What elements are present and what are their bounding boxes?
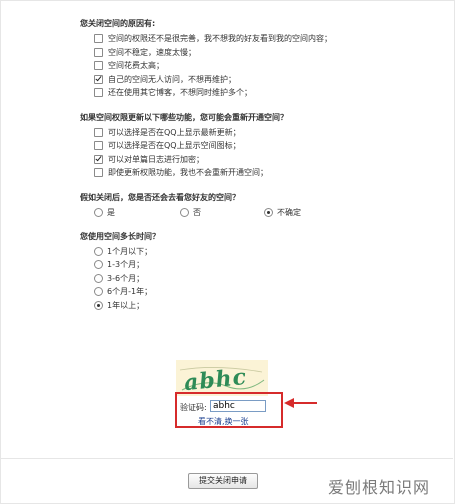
radio[interactable] — [94, 207, 103, 217]
radio-option-no[interactable]: 否 — [180, 207, 264, 218]
captcha-refresh-link[interactable]: 看不清,换一张 — [198, 416, 249, 427]
option-label: 空间花费太高； — [108, 61, 164, 70]
radio[interactable] — [94, 287, 103, 297]
radio[interactable] — [94, 273, 103, 283]
radio-group-inline: 是 否 不确定 — [80, 206, 380, 219]
option-label: 可以选择是否在QQ上显示空间图标； — [108, 141, 241, 150]
radio-option-yes[interactable]: 是 — [94, 207, 180, 218]
option-label: 1年以上； — [107, 300, 145, 310]
radio-checked[interactable] — [94, 300, 103, 310]
checkbox-checked[interactable] — [94, 74, 103, 84]
question-reopen-features: 如果空间权限更新以下哪些功能，您可能会重新开通空间？ 可以选择是否在QQ上显示最… — [80, 112, 380, 180]
checkbox-option[interactable]: 空间的权限还不是很完善，我不想我的好友看到我的空间内容； — [80, 32, 380, 46]
checkbox-option[interactable]: 即使更新权限功能，我也不会重新开通空间； — [80, 166, 380, 180]
question-title: 您使用空间多长时间？ — [80, 231, 160, 241]
radio-option[interactable]: 3-6个月； — [80, 272, 380, 286]
checkbox-checked[interactable] — [94, 154, 103, 164]
radio[interactable] — [94, 260, 103, 270]
checkbox[interactable] — [94, 47, 103, 57]
checkbox-option[interactable]: 可以选择是否在QQ上显示空间图标； — [80, 139, 380, 153]
question-title: 假如关闭后，您是否还会去看您好友的空间？ — [80, 192, 240, 202]
checkbox-option[interactable]: 空间花费太高； — [80, 59, 380, 73]
checkbox-option[interactable]: 空间不稳定，速度太慢； — [80, 46, 380, 60]
question-title: 如果空间权限更新以下哪些功能，您可能会重新开通空间？ — [80, 112, 288, 122]
radio-option[interactable]: 1-3个月； — [80, 258, 380, 272]
question-close-reasons: 您关闭空间的原因有: 空间的权限还不是很完善，我不想我的好友看到我的空间内容； … — [80, 18, 380, 100]
checkbox[interactable] — [94, 141, 103, 151]
option-label: 1-3个月； — [107, 260, 145, 269]
option-label: 空间不稳定，速度太慢； — [108, 47, 196, 57]
radio[interactable] — [94, 246, 103, 256]
radio-option[interactable]: 1个月以下； — [80, 245, 380, 259]
arrow-left-icon — [284, 398, 317, 408]
option-label: 3-6个月； — [107, 273, 145, 283]
radio[interactable] — [180, 207, 189, 217]
checkbox[interactable] — [94, 88, 103, 98]
option-label: 1个月以下； — [107, 246, 153, 256]
submit-close-request-button[interactable]: 提交关闭申请 — [188, 473, 258, 489]
checkbox-option[interactable]: 可以对单篇日志进行加密； — [80, 153, 380, 167]
checkbox[interactable] — [94, 34, 103, 44]
option-label: 可以对单篇日志进行加密； — [108, 154, 204, 164]
option-label: 可以选择是否在QQ上显示最新更新； — [108, 127, 241, 137]
checkbox[interactable] — [94, 168, 103, 178]
captcha-input[interactable] — [210, 400, 266, 412]
option-label: 自己的空间无人访问，不想再维护； — [108, 74, 236, 84]
checkbox[interactable] — [94, 127, 103, 137]
watermark: 爱刨根知识网 — [328, 472, 430, 500]
checkbox[interactable] — [94, 61, 103, 71]
checkbox-option[interactable]: 还在使用其它博客，不想同时维护多个； — [80, 86, 380, 100]
radio-option[interactable]: 6个月-1年； — [80, 285, 380, 299]
option-label: 否 — [193, 207, 201, 217]
option-label: 不确定 — [277, 207, 301, 217]
question-title: 您关闭空间的原因有: — [80, 19, 156, 28]
option-label: 6个月-1年； — [107, 287, 153, 296]
question-usage-duration: 您使用空间多长时间？ 1个月以下； 1-3个月； 3-6个月； 6个月-1年； … — [80, 231, 380, 313]
option-label: 空间的权限还不是很完善，我不想我的好友看到我的空间内容； — [108, 34, 332, 43]
captcha-svg: abhc — [179, 364, 265, 396]
checkbox-option[interactable]: 可以选择是否在QQ上显示最新更新； — [80, 126, 380, 140]
radio-checked[interactable] — [264, 207, 273, 217]
captcha-image[interactable]: abhc — [176, 360, 268, 396]
option-label: 是 — [107, 207, 115, 217]
option-label: 还在使用其它博客，不想同时维护多个； — [108, 88, 252, 97]
captcha-label: 验证码: — [180, 403, 207, 412]
checkbox-option[interactable]: 自己的空间无人访问，不想再维护； — [80, 73, 380, 87]
survey-form: 您关闭空间的原因有: 空间的权限还不是很完善，我不想我的好友看到我的空间内容； … — [80, 18, 380, 324]
radio-option[interactable]: 1年以上； — [80, 299, 380, 313]
question-visit-friends: 假如关闭后，您是否还会去看您好友的空间？ 是 否 不确定 — [80, 192, 380, 219]
radio-option-unsure[interactable]: 不确定 — [264, 207, 301, 218]
watermark-text: 爱刨根知识网 — [328, 478, 431, 497]
divider — [0, 458, 453, 459]
option-label: 即使更新权限功能，我也不会重新开通空间； — [108, 168, 268, 177]
